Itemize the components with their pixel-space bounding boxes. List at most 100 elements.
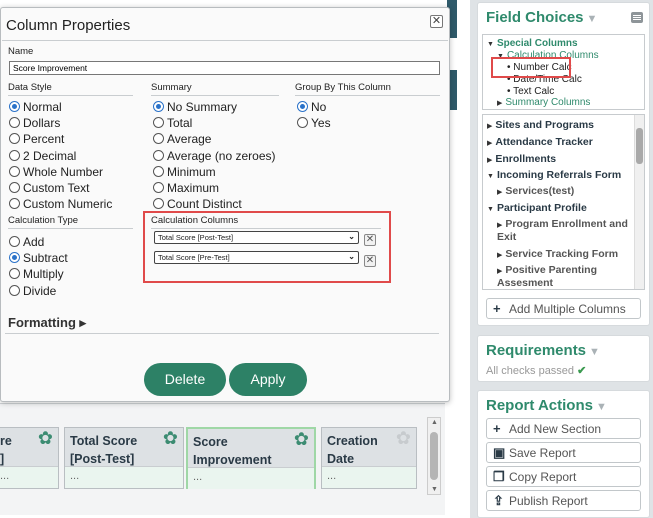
save-report-button[interactable]: ▣ Save Report [486, 442, 641, 463]
gear-icon[interactable]: ✿ [163, 429, 178, 447]
column-header-line2: Improvement [193, 453, 272, 467]
divider [2, 40, 448, 41]
column-header-line1: Score [193, 435, 228, 449]
radio-group-yes[interactable]: Yes [297, 116, 331, 130]
radio-add[interactable]: Add [9, 235, 44, 249]
radio-custom-text[interactable]: Custom Text [9, 181, 89, 195]
column-cell: ... [65, 466, 183, 488]
tree-item-summary-columns[interactable]: ▶ Summary Columns [497, 97, 590, 108]
tree-item-section[interactable]: ▶ Sites and Programs [487, 119, 594, 131]
report-column[interactable]: Total Score [Post-Test] ✿ ... [64, 427, 184, 489]
summary-label: Summary [151, 82, 279, 96]
panel-title: Requirements [486, 342, 587, 359]
tree-item-section[interactable]: ▶ Enrollments [487, 153, 556, 165]
chevron-down-icon[interactable]: ▼ [596, 401, 607, 413]
column-header-line2: Date [327, 452, 355, 466]
triangle-right-icon: ▶ [487, 123, 493, 130]
report-actions-panel: Report Actions ▼ + Add New Section ▣ Save R… [477, 390, 650, 518]
gear-icon[interactable]: ✿ [38, 429, 53, 447]
radio-2-decimal[interactable]: 2 Decimal [9, 149, 76, 163]
tree-item-special-columns[interactable]: ▼ Special Columns [487, 38, 578, 49]
tree-item-section[interactable]: ▼ Incoming Referrals Form [487, 169, 621, 181]
field-choices-panel: Field Choices ▼ ▼ Special Columns ▼ Calcula… [477, 2, 650, 326]
panel-title: Report Actions [486, 397, 593, 414]
column-cell: ... [188, 467, 314, 489]
triangle-right-icon: ▶ [497, 252, 503, 259]
highlight-calculation-columns [143, 211, 391, 283]
triangle-right-icon: ▶ [497, 268, 503, 275]
radio-dollars[interactable]: Dollars [9, 116, 60, 130]
tree-item-section[interactable]: ▼ Participant Profile [487, 202, 587, 214]
tree-item-service-tracking[interactable]: ▶ Service Tracking Form [497, 248, 618, 260]
menu-icon[interactable] [631, 12, 643, 23]
radio-divide[interactable]: Divide [9, 284, 56, 298]
tree-item-positive-parenting-cont[interactable]: Assesment [497, 277, 553, 289]
name-label: Name [8, 46, 34, 57]
copy-icon: ❐ [493, 469, 505, 484]
formatting-toggle[interactable]: Formatting ▸ [8, 315, 86, 331]
scroll-down-icon[interactable]: ▼ [431, 486, 438, 493]
name-input[interactable] [9, 61, 440, 75]
radio-normal[interactable]: Normal [9, 100, 62, 114]
gear-icon[interactable]: ✿ [294, 430, 309, 448]
tree-scrollbar[interactable] [634, 115, 644, 289]
copy-report-button[interactable]: ❐ Copy Report [486, 466, 641, 487]
delete-button[interactable]: Delete [144, 363, 226, 396]
radio-average[interactable]: Average [153, 132, 211, 146]
triangle-right-icon: ▶ [497, 100, 503, 107]
apply-button[interactable]: Apply [229, 363, 307, 396]
triangle-right-icon: ▶ [487, 157, 493, 164]
report-column[interactable]: Creation Date ✿ ... [321, 427, 417, 489]
calculation-type-label: Calculation Type [8, 215, 133, 229]
requirements-panel: Requirements ▼ All checks passed ✔ [477, 335, 650, 382]
scroll-up-icon[interactable]: ▲ [431, 419, 438, 426]
triangle-right-icon: ▶ [497, 222, 503, 229]
radio-percent[interactable]: Percent [9, 132, 64, 146]
divider [5, 333, 439, 334]
scroll-thumb[interactable] [636, 128, 643, 164]
publish-report-button[interactable]: ⇪ Publish Report [486, 490, 641, 511]
tree-item-text-calc[interactable]: • Text Calc [507, 86, 554, 97]
radio-subtract[interactable]: Subtract [9, 251, 68, 265]
add-multiple-columns-button[interactable]: + Add Multiple Columns [486, 298, 641, 319]
radio-total[interactable]: Total [153, 116, 192, 130]
column-properties-dialog: Column Properties ✕ Name Data Style Norm… [0, 7, 450, 402]
data-style-label: Data Style [8, 82, 133, 96]
column-header-line2: ] [0, 452, 5, 466]
scroll-thumb[interactable] [430, 432, 438, 480]
triangle-right-icon: ▶ [497, 189, 503, 196]
tree-item-program-enrollment[interactable]: ▶ Program Enrollment and [497, 218, 628, 230]
radio-no-summary[interactable]: No Summary [153, 100, 237, 114]
chevron-down-icon[interactable]: ▼ [589, 346, 600, 358]
report-columns-grid: re ] ✿ ... Total Score [Post-Test] ✿ ...… [0, 403, 445, 515]
gear-icon[interactable]: ✿ [396, 429, 411, 447]
tree-item-positive-parenting[interactable]: ▶ Positive Parenting [497, 264, 597, 276]
close-icon[interactable]: ✕ [430, 15, 443, 28]
save-icon: ▣ [493, 445, 506, 460]
radio-whole-number[interactable]: Whole Number [9, 165, 103, 179]
report-column-selected[interactable]: Score Improvement ✿ ... [186, 427, 316, 489]
radio-group-no[interactable]: No [297, 100, 326, 114]
panel-title: Field Choices [486, 9, 584, 26]
add-new-section-button[interactable]: + Add New Section [486, 418, 641, 439]
triangle-down-icon: ▼ [487, 173, 494, 180]
triangle-down-icon: ▼ [487, 206, 494, 213]
checkmark-icon: ✔ [577, 365, 587, 377]
radio-custom-numeric[interactable]: Custom Numeric [9, 197, 112, 211]
radio-multiply[interactable]: Multiply [9, 267, 64, 281]
grid-scrollbar[interactable]: ▲ ▼ [427, 417, 441, 495]
radio-average-no-zeroes[interactable]: Average (no zeroes) [153, 149, 276, 163]
tree-item-services[interactable]: ▶ Services(test) [497, 185, 574, 197]
dialog-title: Column Properties [6, 17, 131, 34]
group-by-label: Group By This Column [295, 82, 440, 96]
radio-maximum[interactable]: Maximum [153, 181, 219, 195]
tree-item-section[interactable]: ▶ Attendance Tracker [487, 136, 593, 148]
column-header-line2: [Post-Test] [70, 452, 135, 466]
report-column[interactable]: re ] ✿ ... [0, 427, 59, 489]
radio-minimum[interactable]: Minimum [153, 165, 216, 179]
radio-count-distinct[interactable]: Count Distinct [153, 197, 242, 211]
tree-item-program-enrollment-cont[interactable]: Exit [497, 231, 516, 243]
chevron-down-icon[interactable]: ▼ [587, 13, 598, 25]
plus-icon: + [493, 421, 501, 436]
highlight-number-calc [491, 57, 571, 78]
